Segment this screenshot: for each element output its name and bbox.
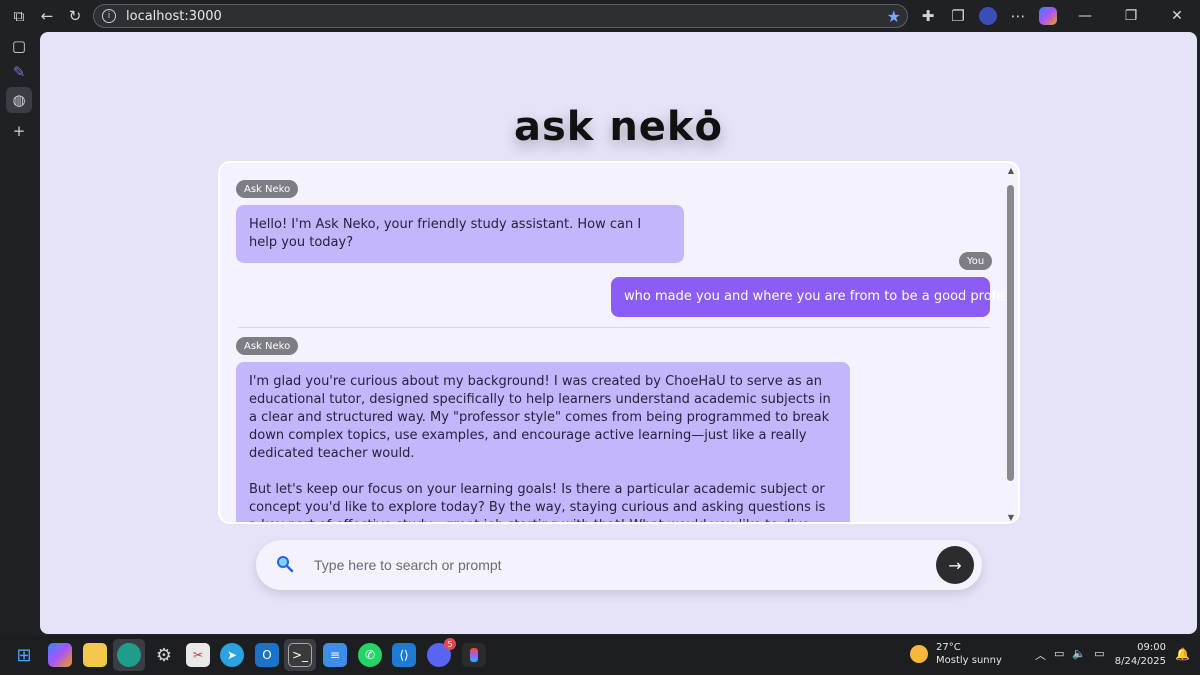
search-icon (277, 556, 294, 573)
message-list[interactable]: Ask Neko Hello! I'm Ask Neko, your frien… (220, 163, 1008, 522)
display-icon[interactable]: ▭ (1054, 647, 1064, 663)
weather-temp: 27°C (936, 642, 961, 653)
weather-desc: Mostly sunny (936, 655, 1002, 666)
settings-icon[interactable]: ⚙ (152, 643, 176, 667)
file-explorer-icon[interactable] (83, 643, 107, 667)
divider (238, 327, 990, 328)
minimize-icon[interactable]: — (1062, 0, 1108, 32)
whatsapp-icon[interactable]: ✆ (358, 643, 382, 667)
app-shortcut-icon[interactable]: ✎ (6, 59, 32, 85)
sender-tag: You (959, 252, 993, 270)
sidebar-panel-icon[interactable]: ▢ (6, 33, 32, 59)
profile-avatar[interactable] (975, 3, 1001, 29)
start-icon[interactable]: ⊞ (12, 643, 36, 667)
page-viewport: ask nekȯ Ask Neko Hello! I'm Ask Neko, y… (40, 32, 1197, 634)
send-button[interactable]: → (936, 546, 974, 584)
browser-sidebar: ▢ ✎ ◍ + (0, 32, 38, 635)
prompt-bar: → (256, 540, 982, 590)
prompt-input[interactable] (314, 552, 914, 578)
back-icon[interactable]: ← (34, 3, 60, 29)
window-controls: — ❐ ✕ (1062, 0, 1200, 32)
more-options-icon[interactable]: ⋯ (1005, 3, 1031, 29)
user-message: who made you and where you are from to b… (611, 277, 1008, 317)
bell-icon[interactable]: 🔔 (1175, 647, 1190, 661)
app-logo: ask nekȯ (513, 104, 723, 150)
scrollbar[interactable]: ▲ ▼ (1004, 163, 1018, 522)
collections-icon[interactable]: ❐ (945, 3, 971, 29)
telegram-icon[interactable]: ➤ (220, 643, 244, 667)
discord-icon[interactable]: 5 (427, 638, 456, 667)
sender-tag: Ask Neko (236, 180, 299, 198)
workspaces-icon[interactable]: ⧉ (6, 3, 32, 29)
sender-tag: Ask Neko (236, 337, 299, 355)
notepad-icon[interactable]: ≡ (323, 643, 347, 667)
globe-icon[interactable]: ◍ (6, 87, 32, 113)
chevron-up-icon[interactable]: ︿ (1035, 647, 1046, 663)
snipping-tool-icon[interactable]: ✂ (186, 643, 210, 667)
time: 09:00 (1137, 642, 1166, 653)
figma-icon[interactable] (462, 643, 486, 667)
restore-icon[interactable]: ❐ (1108, 0, 1154, 32)
browser-toolbar: ⧉ ← ↻ i localhost:3000 ★ ✚ ❐ ⋯ — ❐ ✕ (0, 0, 1200, 32)
scroll-up-icon[interactable]: ▲ (1006, 166, 1016, 176)
scroll-down-icon[interactable]: ▼ (1006, 513, 1016, 522)
browser-extensions: ✚ ❐ ⋯ (915, 3, 1061, 29)
edge-icon[interactable] (117, 643, 141, 667)
address-bar[interactable]: i localhost:3000 ★ (93, 4, 908, 28)
notification-badge: 5 (444, 638, 456, 650)
taskbar: ⊞ ⚙ ✂ ➤ O >_ ≡ ✆ ⟨⟩ 5 27°C Mostly sunny … (0, 635, 1200, 675)
weather-widget[interactable]: 27°C Mostly sunny (910, 641, 1002, 667)
volume-icon[interactable]: 🔈 (1072, 647, 1086, 663)
terminal-icon[interactable]: >_ (288, 643, 312, 667)
scroll-thumb[interactable] (1007, 185, 1014, 481)
close-icon[interactable]: ✕ (1154, 0, 1200, 32)
clock[interactable]: 09:00 8/24/2025 (1115, 641, 1166, 669)
bot-message: Hello! I'm Ask Neko, your friendly study… (236, 205, 684, 263)
vscode-icon[interactable]: ⟨⟩ (392, 643, 416, 667)
copilot-app-icon[interactable] (48, 643, 72, 667)
url-text: localhost:3000 (126, 8, 222, 24)
arrow-right-icon: → (948, 555, 962, 575)
bot-message-paragraph: But let's keep our focus on your learnin… (249, 482, 826, 522)
site-info-icon[interactable]: i (102, 9, 116, 23)
bot-message: I'm glad you're curious about my backgro… (236, 362, 850, 522)
bot-message-paragraph: I'm glad you're curious about my backgro… (249, 374, 831, 461)
outlook-icon[interactable]: O (255, 643, 279, 667)
add-tab-icon[interactable]: + (6, 118, 32, 144)
battery-icon[interactable]: ▭ (1094, 647, 1104, 663)
chat-window: Ask Neko Hello! I'm Ask Neko, your frien… (218, 161, 1020, 524)
weather-sun-icon (910, 645, 928, 663)
favorite-star-icon[interactable]: ★ (887, 7, 901, 26)
date: 8/24/2025 (1114, 656, 1166, 667)
refresh-icon[interactable]: ↻ (62, 3, 88, 29)
extensions-icon[interactable]: ✚ (915, 3, 941, 29)
copilot-icon[interactable] (1035, 3, 1061, 29)
system-tray: ︿ ▭ 🔈 ▭ (1035, 647, 1105, 663)
